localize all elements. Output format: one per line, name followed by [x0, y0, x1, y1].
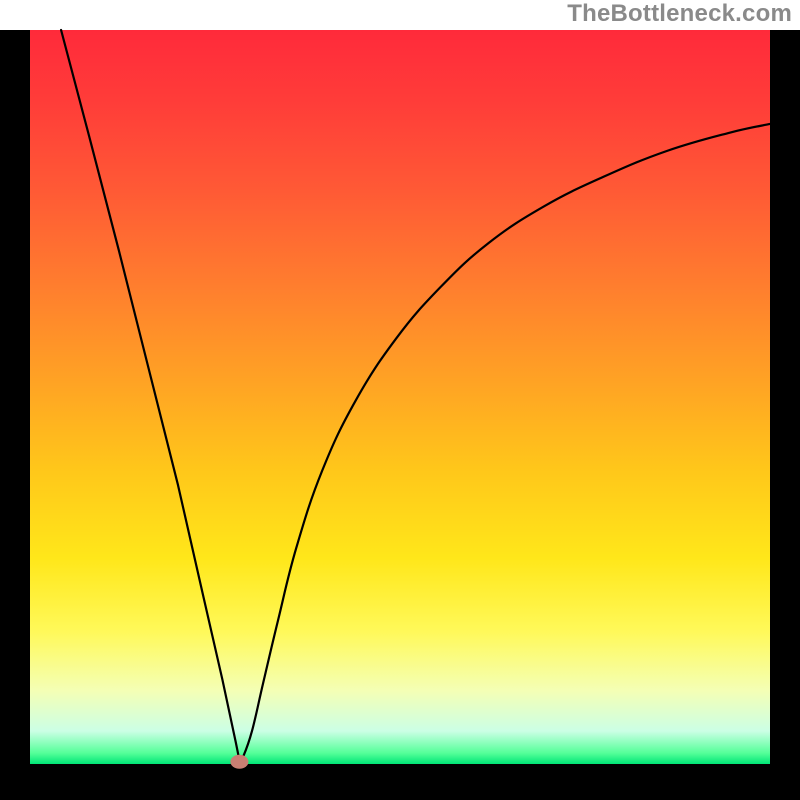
gradient-background — [30, 30, 770, 764]
watermark-text: TheBottleneck.com — [567, 0, 792, 28]
border-bottom — [0, 764, 800, 800]
bottleneck-chart — [0, 0, 800, 800]
chart-container: TheBottleneck.com — [0, 0, 800, 800]
minimum-marker — [230, 755, 248, 769]
border-right — [770, 30, 800, 800]
border-left — [0, 30, 30, 800]
